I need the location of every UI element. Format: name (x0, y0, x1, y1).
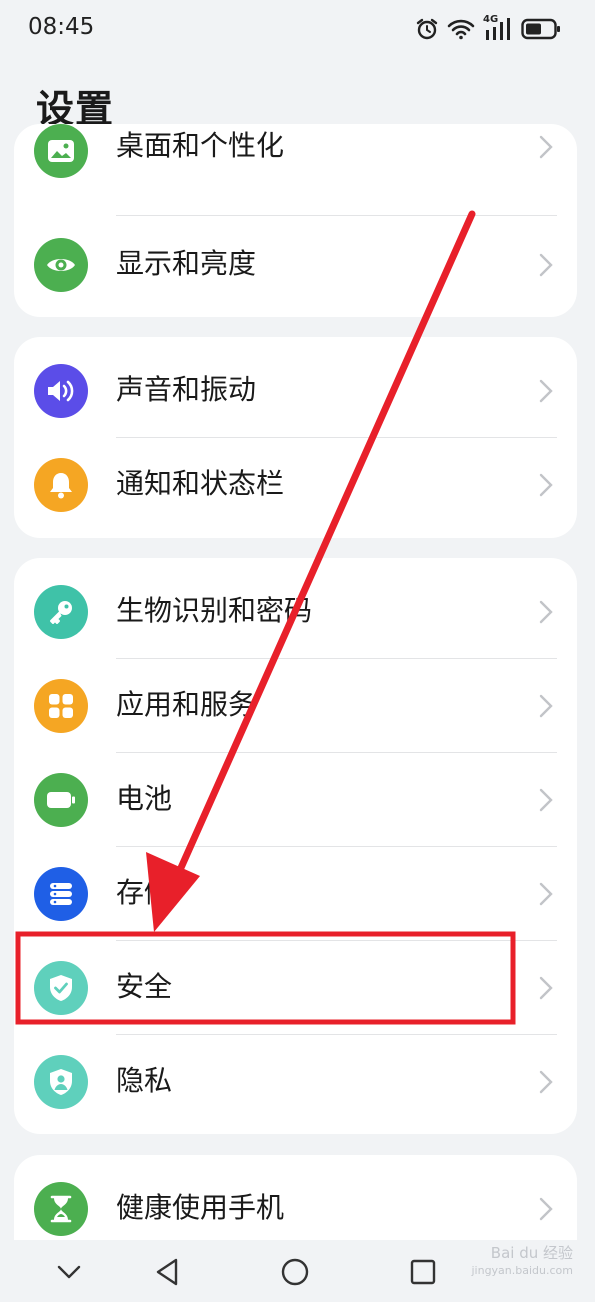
shield-person-icon (34, 1055, 88, 1109)
watermark: Bai du 经验 jingyan.baidu.com (471, 1244, 573, 1280)
bell-icon (34, 458, 88, 512)
chevron-right-icon (539, 473, 553, 497)
eye-icon (34, 238, 88, 292)
chevron-right-icon (539, 1070, 553, 1094)
nav-back-button[interactable] (147, 1254, 187, 1290)
hourglass-icon (34, 1182, 88, 1236)
settings-item-label: 健康使用手机 (116, 1191, 285, 1224)
status-icons: 4G (415, 14, 561, 44)
cellular-signal: 4G (483, 14, 513, 42)
back-triangle-icon (156, 1258, 178, 1286)
settings-item-label: 声音和振动 (116, 373, 257, 406)
settings-item-label: 安全 (116, 970, 173, 1003)
settings-item-label: 显示和亮度 (116, 247, 257, 280)
settings-item-label: 存储 (116, 876, 173, 909)
chevron-right-icon (539, 976, 553, 1000)
settings-item-sound-vibration[interactable]: 声音和振动 (14, 344, 577, 438)
settings-item-desktop-personalization[interactable]: 桌面和个性化 (14, 124, 577, 218)
settings-group-sound-notifications: 声音和振动 通知和状态栏 (14, 337, 577, 538)
shield-check-icon (34, 961, 88, 1015)
chevron-right-icon (539, 1197, 553, 1221)
battery-status-icon (521, 18, 560, 40)
status-bar: 08:45 4G (0, 0, 595, 58)
settings-group-security-apps: 生物识别和密码 应用和服务 电池 存储 安全 隐私 (14, 558, 577, 1134)
alarm-icon (416, 18, 438, 40)
chevron-right-icon (539, 135, 553, 159)
chevron-right-icon (539, 694, 553, 718)
settings-item-label: 隐私 (116, 1064, 173, 1097)
signal-icon (486, 18, 510, 40)
settings-item-storage[interactable]: 存储 (14, 847, 577, 941)
settings-item-battery[interactable]: 电池 (14, 753, 577, 847)
settings-item-label: 通知和状态栏 (116, 467, 285, 500)
nav-collapse-button[interactable] (49, 1254, 89, 1290)
home-circle-icon (281, 1258, 309, 1286)
chevron-down-icon (57, 1265, 81, 1279)
watermark-line1: Bai du 经验 (490, 1244, 573, 1262)
status-time: 08:45 (28, 14, 95, 40)
settings-item-security[interactable]: 安全 (14, 941, 577, 1035)
settings-item-biometrics-password[interactable]: 生物识别和密码 (14, 565, 577, 659)
settings-item-label: 应用和服务 (116, 688, 257, 721)
settings-item-apps-services[interactable]: 应用和服务 (14, 659, 577, 753)
chevron-right-icon (539, 253, 553, 277)
chevron-right-icon (539, 788, 553, 812)
key-icon (34, 585, 88, 639)
settings-item-notifications-statusbar[interactable]: 通知和状态栏 (14, 438, 577, 532)
wifi-icon (447, 19, 475, 40)
watermark-line2: jingyan.baidu.com (471, 1264, 573, 1277)
chevron-right-icon (539, 600, 553, 624)
settings-item-label: 电池 (116, 782, 173, 815)
nav-recents-button[interactable] (403, 1254, 443, 1290)
image-icon (34, 124, 88, 178)
settings-item-privacy[interactable]: 隐私 (14, 1035, 577, 1129)
battery-icon (34, 773, 88, 827)
settings-item-label: 桌面和个性化 (116, 129, 285, 162)
speaker-icon (34, 364, 88, 418)
chevron-right-icon (539, 882, 553, 906)
settings-group-personalization: 桌面和个性化 显示和亮度 (14, 124, 577, 317)
divider (116, 215, 557, 216)
nav-home-button[interactable] (275, 1254, 315, 1290)
chevron-right-icon (539, 379, 553, 403)
storage-icon (34, 867, 88, 921)
settings-item-label: 生物识别和密码 (116, 594, 313, 627)
recents-square-icon (410, 1259, 436, 1285)
apps-icon (34, 679, 88, 733)
settings-item-display-brightness[interactable]: 显示和亮度 (14, 218, 577, 312)
